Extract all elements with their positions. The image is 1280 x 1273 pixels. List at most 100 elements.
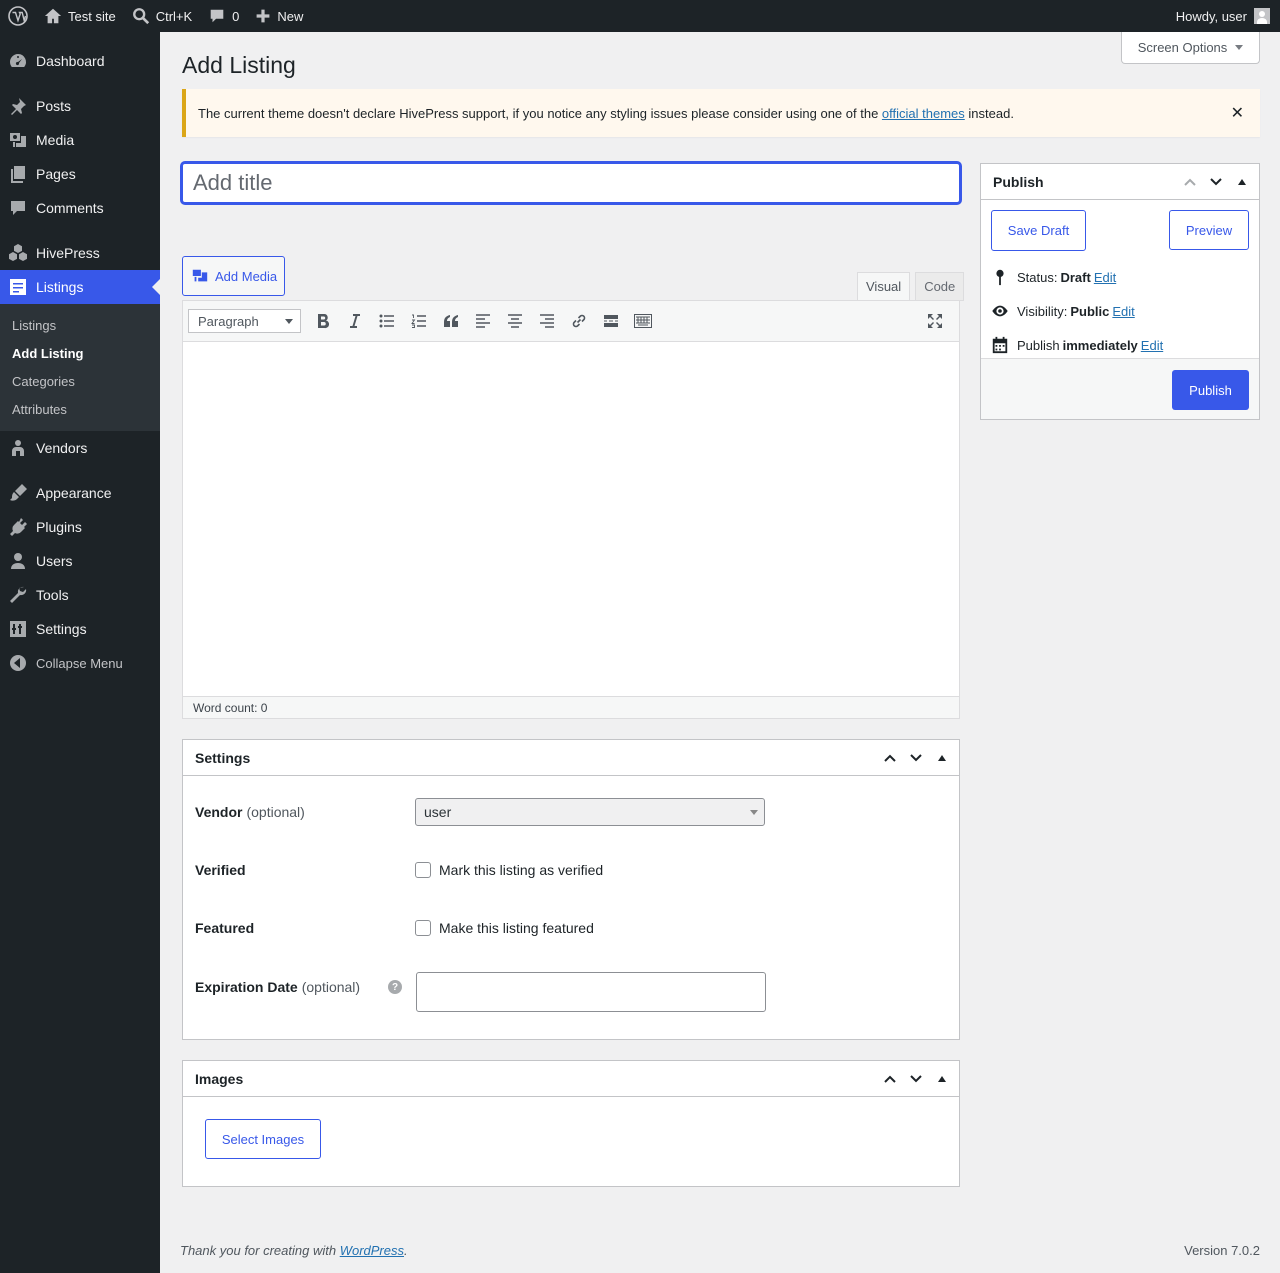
site-name-link[interactable]: Test site: [36, 0, 124, 32]
edit-visibility-link[interactable]: Edit: [1112, 304, 1134, 319]
sidebar-item-label: Settings: [36, 621, 87, 637]
sidebar-item-posts[interactable]: Posts: [0, 89, 160, 123]
blockquote-button[interactable]: [435, 306, 467, 336]
align-right-button[interactable]: [531, 306, 563, 336]
add-media-label: Add Media: [215, 268, 278, 284]
verified-checkbox-row: Mark this listing as verified: [415, 862, 603, 878]
publish-time-row: Publish immediately Edit: [981, 328, 1259, 362]
wordpress-link[interactable]: WordPress: [340, 1243, 404, 1258]
dismiss-notice-icon[interactable]: ✕: [1231, 103, 1244, 123]
settings-box-title: Settings: [195, 749, 251, 766]
align-center-button[interactable]: [499, 306, 531, 336]
sidebar-item-listings[interactable]: Listings: [0, 270, 160, 304]
word-count: Word count: 0: [193, 700, 268, 715]
sidebar-item-label: Pages: [36, 166, 76, 182]
hivepress-icon: [8, 243, 28, 263]
bulleted-list-button[interactable]: [371, 306, 403, 336]
sidebar-item-settings[interactable]: Settings: [0, 612, 160, 646]
sidebar-item-users[interactable]: Users: [0, 544, 160, 578]
move-down-button[interactable]: [1203, 164, 1229, 200]
sidebar-item-media[interactable]: Media: [0, 123, 160, 157]
images-box-title: Images: [195, 1070, 244, 1087]
toggle-panel-button[interactable]: [929, 740, 955, 776]
editor-content-area[interactable]: [183, 342, 959, 696]
screen-options-button[interactable]: Screen Options: [1121, 32, 1260, 64]
triangle-up-icon: [938, 1076, 946, 1082]
publish-time-value: immediately: [1062, 337, 1138, 353]
sidebar-item-label: Dashboard: [36, 53, 105, 69]
italic-button[interactable]: [339, 306, 371, 336]
verified-label: Verified: [195, 862, 246, 878]
select-images-button[interactable]: Select Images: [205, 1119, 321, 1159]
move-up-button[interactable]: [1177, 164, 1203, 200]
collapse-menu-label: Collapse Menu: [36, 655, 123, 671]
toolbar-toggle-button[interactable]: [627, 306, 659, 336]
bold-button[interactable]: [307, 306, 339, 336]
site-name: Test site: [68, 8, 116, 24]
sidebar-item-comments[interactable]: Comments: [0, 191, 160, 225]
featured-checkbox[interactable]: [415, 920, 431, 936]
verified-checkbox[interactable]: [415, 862, 431, 878]
expiration-label: Expiration Date: [195, 979, 298, 995]
sidebar-item-dashboard[interactable]: Dashboard: [0, 44, 160, 78]
add-media-button[interactable]: Add Media: [182, 256, 285, 296]
sidebar-item-pages[interactable]: Pages: [0, 157, 160, 191]
my-account-button[interactable]: Howdy, user: [1168, 0, 1280, 32]
chevron-up-icon: [884, 754, 896, 762]
sidebar-item-tools[interactable]: Tools: [0, 578, 160, 612]
insert-link-button[interactable]: [563, 306, 595, 336]
vendor-select[interactable]: user: [415, 798, 765, 826]
add-media-icon: [192, 269, 208, 282]
edit-publish-time-link[interactable]: Edit: [1141, 338, 1163, 353]
wordpress-logo-button[interactable]: [0, 0, 36, 32]
sidebar-item-appearance[interactable]: Appearance: [0, 476, 160, 510]
collapse-menu-button[interactable]: Collapse Menu: [0, 646, 160, 680]
numbered-list-button[interactable]: [403, 306, 435, 336]
save-draft-button[interactable]: Save Draft: [991, 210, 1086, 251]
publish-button-label: Publish: [1189, 382, 1232, 398]
sidebar-item-plugins[interactable]: Plugins: [0, 510, 160, 544]
submenu-item-add-listing[interactable]: Add Listing: [0, 339, 160, 367]
move-up-button[interactable]: [877, 1061, 903, 1097]
visibility-value: Public: [1070, 303, 1110, 319]
new-content-button[interactable]: New: [247, 0, 311, 32]
tab-code[interactable]: Code: [915, 272, 965, 301]
howdy-text: Howdy, user: [1175, 8, 1247, 24]
search-button[interactable]: Ctrl+K: [124, 0, 200, 32]
sidebar-item-vendors[interactable]: Vendors: [0, 431, 160, 465]
help-icon[interactable]: ?: [388, 980, 402, 994]
move-down-button[interactable]: [903, 740, 929, 776]
submenu-item-listings[interactable]: Listings: [0, 311, 160, 339]
publish-actions: Save Draft Preview: [981, 200, 1259, 260]
read-more-button[interactable]: [595, 306, 627, 336]
edit-status-link[interactable]: Edit: [1094, 270, 1116, 285]
sidebar-item-label: Tools: [36, 587, 69, 603]
blockquote-icon: [444, 315, 458, 327]
images-box: Images Select Images: [182, 1060, 960, 1187]
fullscreen-button[interactable]: [919, 306, 951, 336]
search-icon: [132, 8, 149, 25]
preview-button[interactable]: Preview: [1169, 210, 1249, 250]
submenu-item-categories[interactable]: Categories: [0, 367, 160, 395]
featured-label: Featured: [195, 920, 255, 936]
align-left-button[interactable]: [467, 306, 499, 336]
sidebar-item-label: Media: [36, 132, 75, 148]
tab-visual[interactable]: Visual: [857, 272, 911, 301]
expiration-date-input[interactable]: [416, 972, 766, 1012]
move-up-button[interactable]: [877, 740, 903, 776]
featured-checkbox-label: Make this listing featured: [439, 920, 594, 936]
format-select[interactable]: Paragraph: [188, 309, 301, 333]
pin-icon: [8, 96, 28, 116]
publish-button[interactable]: Publish: [1172, 370, 1249, 410]
toggle-panel-button[interactable]: [1229, 164, 1255, 200]
submenu-item-attributes[interactable]: Attributes: [0, 395, 160, 423]
sidebar-item-hivepress[interactable]: HivePress: [0, 236, 160, 270]
comments-button[interactable]: 0: [200, 0, 247, 32]
toggle-panel-button[interactable]: [929, 1061, 955, 1097]
official-themes-link[interactable]: official themes: [882, 106, 965, 121]
move-down-button[interactable]: [903, 1061, 929, 1097]
verified-field-label: Verified: [195, 862, 246, 878]
title-input[interactable]: Add title: [181, 162, 961, 204]
status-row: Status: Draft Edit: [981, 260, 1259, 294]
verified-checkbox-label: Mark this listing as verified: [439, 862, 604, 878]
